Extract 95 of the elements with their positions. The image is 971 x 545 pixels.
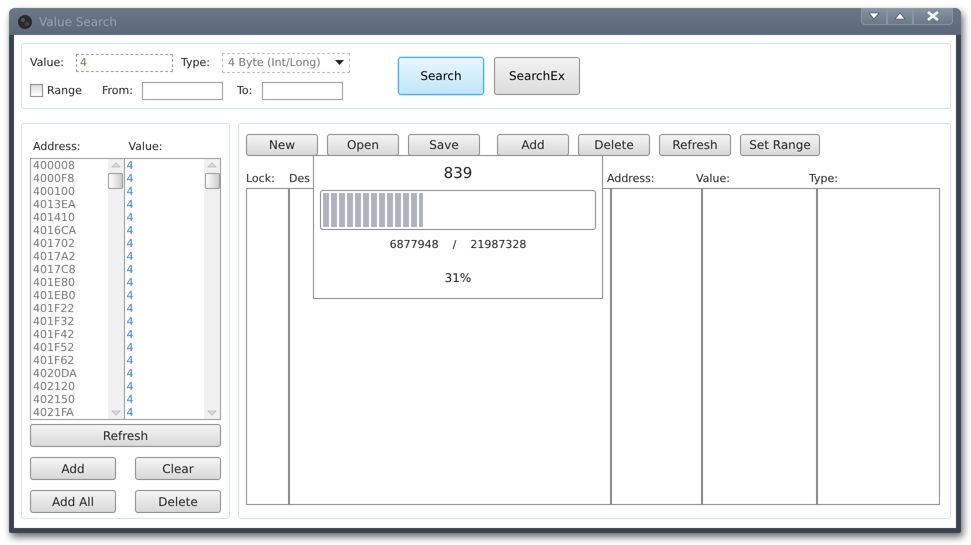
list-item[interactable]: 4 (126, 172, 204, 185)
list-item[interactable]: 401E80 (33, 276, 108, 289)
list-item[interactable]: 4 (126, 380, 204, 393)
caret-icon (335, 60, 344, 65)
list-item[interactable]: 4017C8 (33, 263, 108, 276)
list-item[interactable]: 4 (126, 185, 204, 198)
list-item[interactable]: 4 (126, 224, 204, 237)
percent-text: 31% (444, 271, 472, 285)
list-item[interactable]: 4017A2 (33, 250, 108, 263)
list-item[interactable]: 4 (126, 302, 204, 315)
results-listbox[interactable]: 400008 4000F8 400100 4013EA 401410 4016CA 401702 4017A2 4017C8 401E80 401EB0 401F22 401F32 401F42 401F52 401F62 4020DA 402120 402150 4021FA (30, 158, 125, 420)
to-field[interactable] (262, 82, 343, 100)
list-item[interactable]: 4 (126, 328, 204, 341)
search-button[interactable]: Search (398, 57, 484, 95)
toolbar-button[interactable]: Open (327, 134, 399, 156)
list-item[interactable]: 4013EA (33, 198, 108, 211)
column-header: Lock: (246, 172, 275, 185)
down-triangle-icon (868, 12, 880, 20)
search-button[interactable]: SearchEx (494, 57, 580, 95)
list-item[interactable]: 4 (126, 198, 204, 211)
list-item[interactable]: 401F22 (33, 302, 108, 315)
action-button[interactable]: Delete (135, 490, 221, 513)
range-checkbox[interactable] (30, 84, 43, 97)
type-label: Type: (181, 56, 211, 69)
list-item[interactable]: 4 (126, 315, 204, 328)
toolbar-button[interactable]: New (246, 134, 318, 156)
progress-total: 21987328 (470, 238, 526, 251)
results-listbox[interactable]: 4 4 4 4 4 4 4 4 4 4 4 4 4 4 4 4 4 4 4 4 (124, 158, 221, 420)
list-item[interactable]: 4 (126, 393, 204, 406)
scroll-up-icon[interactable] (110, 162, 121, 168)
list-item[interactable]: 4016CA (33, 224, 108, 237)
toolbar-button[interactable]: Add (497, 134, 569, 156)
progress-current: 6877948 (390, 238, 439, 251)
from-field[interactable] (142, 82, 223, 100)
list-item[interactable]: 401F62 (33, 354, 108, 367)
scrollbar[interactable] (204, 159, 220, 419)
list-item[interactable]: 4 (126, 211, 204, 224)
list-item[interactable]: 4 (126, 263, 204, 276)
close-icon (926, 11, 940, 21)
value-field[interactable]: 4 (76, 54, 173, 72)
list-item[interactable]: 401F42 (33, 328, 108, 341)
scrollbar[interactable] (108, 159, 124, 419)
list-item[interactable]: 4 (126, 250, 204, 263)
range-label: Range (47, 84, 83, 97)
list-item[interactable]: 4 (126, 367, 204, 380)
app-icon (17, 14, 33, 30)
column-header: Value: (696, 172, 730, 185)
action-button[interactable]: Clear (135, 457, 221, 480)
list-item[interactable]: 401F52 (33, 341, 108, 354)
toolbar-button[interactable]: Save (408, 134, 480, 156)
list-item[interactable]: 4000F8 (33, 172, 108, 185)
list-item[interactable]: 4 (126, 406, 204, 419)
action-button[interactable]: Add All (30, 490, 116, 513)
scroll-up-icon[interactable] (207, 162, 217, 168)
column-header: Address: (32, 140, 82, 155)
close-button[interactable] (913, 8, 953, 25)
column-header: Value: (128, 140, 164, 155)
list-item[interactable]: 4020DA (33, 367, 108, 380)
column-header: Address: (607, 172, 655, 185)
value-label: Value: (30, 56, 65, 69)
column-header: Type: (809, 172, 838, 185)
list-item[interactable]: 400008 (33, 159, 108, 172)
list-item[interactable]: 4 (126, 276, 204, 289)
scroll-down-icon[interactable] (207, 410, 217, 416)
refresh-button[interactable]: Refresh (30, 424, 221, 447)
list-item[interactable]: 4021FA (33, 406, 108, 419)
list-item[interactable]: 401EB0 (33, 289, 108, 302)
list-item[interactable]: 401702 (33, 237, 108, 250)
window-title: Value Search (39, 14, 117, 28)
up-triangle-icon (894, 12, 906, 20)
minimize-button[interactable] (861, 8, 887, 25)
list-item[interactable]: 400100 (33, 185, 108, 198)
list-item[interactable]: 4 (126, 341, 204, 354)
list-item[interactable]: 402150 (33, 393, 108, 406)
list-item[interactable]: 402120 (33, 380, 108, 393)
to-label: To: (237, 84, 254, 97)
toolbar-button[interactable]: Delete (578, 134, 650, 156)
toolbar-button[interactable]: Set Range (740, 134, 820, 156)
list-item[interactable]: 4 (126, 354, 204, 367)
from-label: From: (102, 84, 134, 97)
list-item[interactable]: 4 (126, 237, 204, 250)
type-dropdown[interactable]: 4 Byte (Int/Long) (222, 52, 350, 72)
list-item[interactable]: 401F32 (33, 315, 108, 328)
toolbar-button[interactable]: Refresh (659, 134, 731, 156)
action-button[interactable]: Add (30, 457, 116, 480)
count-text: 839 (444, 164, 472, 182)
column-header: Des (289, 172, 310, 185)
list-item[interactable]: 4 (126, 159, 204, 172)
list-item[interactable]: 4 (126, 289, 204, 302)
maximize-button[interactable] (887, 8, 913, 25)
scrollbar-thumb[interactable] (108, 173, 124, 189)
scrollbar-thumb[interactable] (204, 173, 220, 189)
scroll-down-icon[interactable] (110, 410, 121, 416)
progress-separator: / (452, 238, 456, 251)
list-item[interactable]: 401410 (33, 211, 108, 224)
